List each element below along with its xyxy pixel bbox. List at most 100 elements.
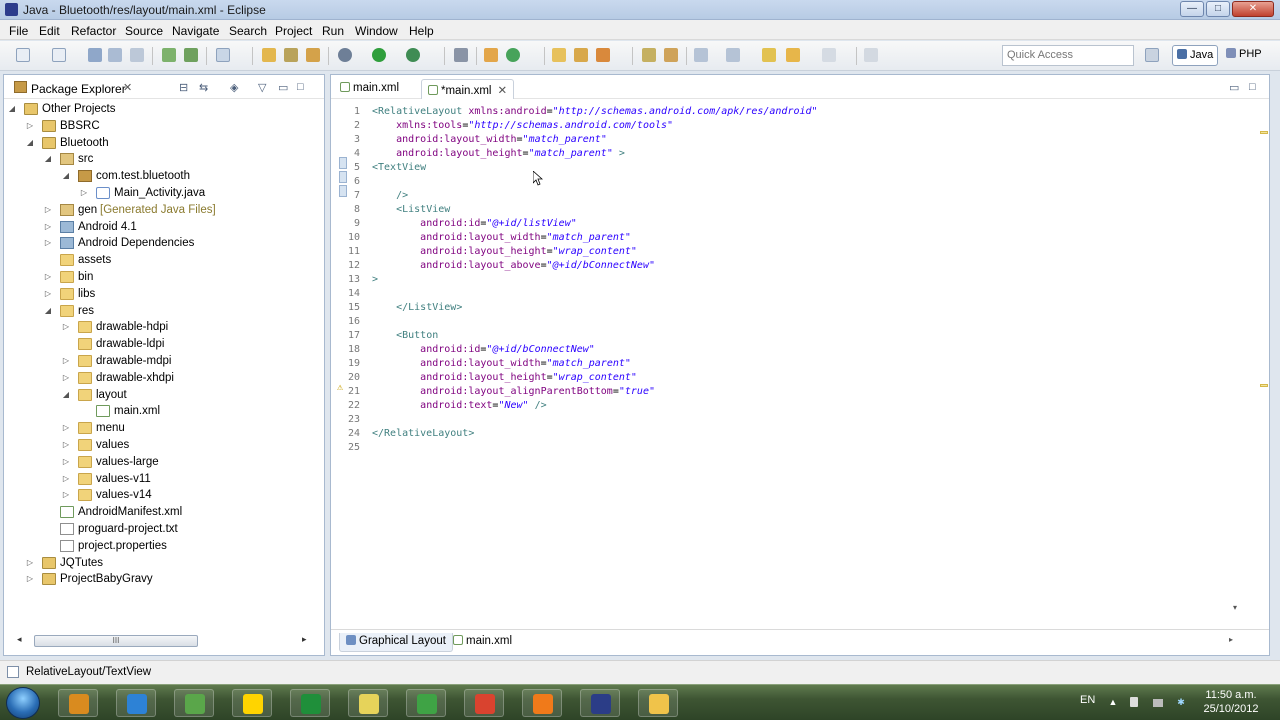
checklist-icon[interactable] [216, 48, 230, 62]
menu-navigate[interactable]: Navigate [172, 24, 219, 38]
back-icon[interactable] [786, 48, 800, 62]
collapse-arrow-icon[interactable]: ◢ [26, 138, 34, 147]
overview-ruler[interactable] [1259, 127, 1269, 647]
expand-arrow-icon[interactable]: ▷ [62, 490, 70, 499]
code-line[interactable]: 20 android:layout_height="wrap_content" [331, 371, 1261, 385]
expand-arrow-icon[interactable]: ▷ [26, 574, 34, 583]
last-edit-icon[interactable] [762, 48, 776, 62]
expand-arrow-icon[interactable]: ▷ [44, 289, 52, 298]
tree-item[interactable]: ▷ values [4, 437, 324, 454]
tree-item[interactable]: ▷ ProjectBabyGravy [4, 571, 324, 588]
start-button[interactable] [6, 687, 40, 719]
code-line[interactable]: 17 <Button [331, 329, 1261, 343]
menu-refactor[interactable]: Refactor [71, 24, 116, 38]
code-line[interactable]: 25 [331, 441, 1261, 455]
scroll-down-icon[interactable]: ▾ [1233, 603, 1237, 612]
tree-item[interactable]: ▷ menu [4, 420, 324, 437]
tree-item[interactable]: assets [4, 252, 324, 269]
tab-xml-source[interactable]: main.xml [447, 633, 518, 652]
code-line[interactable]: 8 <ListView [331, 203, 1261, 217]
focus-icon[interactable]: ◈ [230, 81, 238, 94]
code-line[interactable]: 16 [331, 315, 1261, 329]
tab-graphical-layout[interactable]: Graphical Layout [339, 633, 453, 652]
expand-arrow-icon[interactable]: ▷ [80, 188, 88, 197]
overview-warning-mark[interactable] [1260, 384, 1268, 387]
scroll-right-icon[interactable]: ▸ [302, 634, 307, 645]
tree-item[interactable]: ◢ res [4, 303, 324, 320]
tree-item[interactable]: ▷ Main_Activity.java [4, 185, 324, 202]
expand-arrow-icon[interactable]: ▷ [26, 558, 34, 567]
new-class-icon[interactable] [52, 48, 66, 62]
tree-item[interactable]: ◢ Other Projects [4, 101, 324, 118]
open-perspective-icon[interactable] [1145, 48, 1159, 62]
new-java-class-icon[interactable] [506, 48, 520, 62]
menu-window[interactable]: Window [355, 24, 398, 38]
tree-item[interactable]: ▷ libs [4, 286, 324, 303]
tree-item[interactable]: proguard-project.txt [4, 521, 324, 538]
external-tools-icon[interactable] [406, 48, 420, 62]
code-line[interactable]: 22 android:text="New" /> [331, 399, 1261, 413]
tree-item[interactable]: ▷ Android 4.1 [4, 219, 324, 236]
maximize-view-icon[interactable]: □ [297, 81, 304, 93]
tree-item[interactable]: ▷ BBSRC [4, 118, 324, 135]
code-line[interactable]: 9 android:id="@+id/listView" [331, 217, 1261, 231]
taskbar-app[interactable] [348, 689, 388, 717]
code-line[interactable]: 23 [331, 413, 1261, 427]
taskbar-app[interactable] [232, 689, 272, 717]
show-hidden-icons-icon[interactable]: ▲ [1108, 697, 1118, 707]
expand-arrow-icon[interactable]: ▷ [44, 222, 52, 231]
tree-item[interactable]: ▷ values-v14 [4, 487, 324, 504]
print-icon[interactable] [130, 48, 144, 62]
taskbar-app[interactable] [406, 689, 446, 717]
pin-editor-icon[interactable] [864, 48, 878, 62]
tree-item[interactable]: AndroidManifest.xml [4, 504, 324, 521]
tree-item[interactable]: ▷ drawable-hdpi [4, 319, 324, 336]
save-all-icon[interactable] [108, 48, 122, 62]
package-explorer-tab[interactable]: Package Explorer ✕ ⊟ ⇆ ◈ ▽ ▭ □ [4, 75, 324, 99]
expand-arrow-icon[interactable]: ▷ [62, 373, 70, 382]
code-area[interactable]: ⚠ 1 <RelativeLayout xmlns:android="http:/… [331, 101, 1269, 621]
code-line[interactable]: 15 </ListView> [331, 301, 1261, 315]
code-line[interactable]: 11 android:layout_height="wrap_content" [331, 245, 1261, 259]
tree-item[interactable]: ▷ bin [4, 269, 324, 286]
taskbar-app[interactable] [58, 689, 98, 717]
collapse-all-icon[interactable]: ⊟ [179, 81, 188, 94]
quick-access-input[interactable]: Quick Access [1002, 45, 1134, 66]
tree-item[interactable]: ▷ Android Dependencies [4, 235, 324, 252]
perspective-php[interactable]: PHP [1222, 45, 1272, 66]
taskbar-app[interactable] [522, 689, 562, 717]
code-line[interactable]: 3 android:layout_width="match_parent" [331, 133, 1261, 147]
view-menu-icon[interactable]: ▽ [258, 81, 266, 94]
code-line[interactable]: 1 <RelativeLayout xmlns:android="http://s… [331, 105, 1261, 119]
expand-arrow-icon[interactable]: ▷ [26, 121, 34, 130]
collapse-arrow-icon[interactable]: ◢ [44, 154, 52, 163]
collapse-arrow-icon[interactable]: ◢ [8, 104, 16, 113]
minimize-view-icon[interactable]: ▭ [278, 81, 288, 94]
expand-arrow-icon[interactable]: ▷ [44, 272, 52, 281]
taskbar-app[interactable] [638, 689, 678, 717]
new-package-icon[interactable] [484, 48, 498, 62]
taskbar-app[interactable] [116, 689, 156, 717]
expand-arrow-icon[interactable]: ▷ [62, 423, 70, 432]
code-line[interactable]: 7 /> [331, 189, 1261, 203]
tree-item[interactable]: drawable-ldpi [4, 336, 324, 353]
menu-help[interactable]: Help [409, 24, 434, 38]
minimize-button[interactable]: — [1180, 1, 1204, 17]
tree-item[interactable]: ◢ src [4, 151, 324, 168]
tree-item[interactable]: ◢ layout [4, 387, 324, 404]
maximize-button[interactable]: □ [1206, 1, 1230, 17]
network-icon[interactable] [1153, 699, 1163, 707]
expand-arrow-icon[interactable]: ▷ [62, 457, 70, 466]
code-line[interactable]: 14 [331, 287, 1261, 301]
expand-arrow-icon[interactable]: ▷ [62, 322, 70, 331]
editor-tab-main-xml[interactable]: main.xml [334, 79, 405, 99]
tree-item[interactable]: ▷ JQTutes [4, 555, 324, 572]
menu-source[interactable]: Source [125, 24, 163, 38]
code-line[interactable]: 13 > [331, 273, 1261, 287]
code-line[interactable]: 2 xmlns:tools="http://schemas.android.co… [331, 119, 1261, 133]
perspective-java[interactable]: Java [1172, 45, 1218, 66]
code-line[interactable]: 12 android:layout_above="@+id/bConnectNe… [331, 259, 1261, 273]
code-line[interactable]: 19 android:layout_width="match_parent" [331, 357, 1261, 371]
code-line[interactable]: 18 android:id="@+id/bConnectNew" [331, 343, 1261, 357]
save-icon[interactable] [88, 48, 102, 62]
